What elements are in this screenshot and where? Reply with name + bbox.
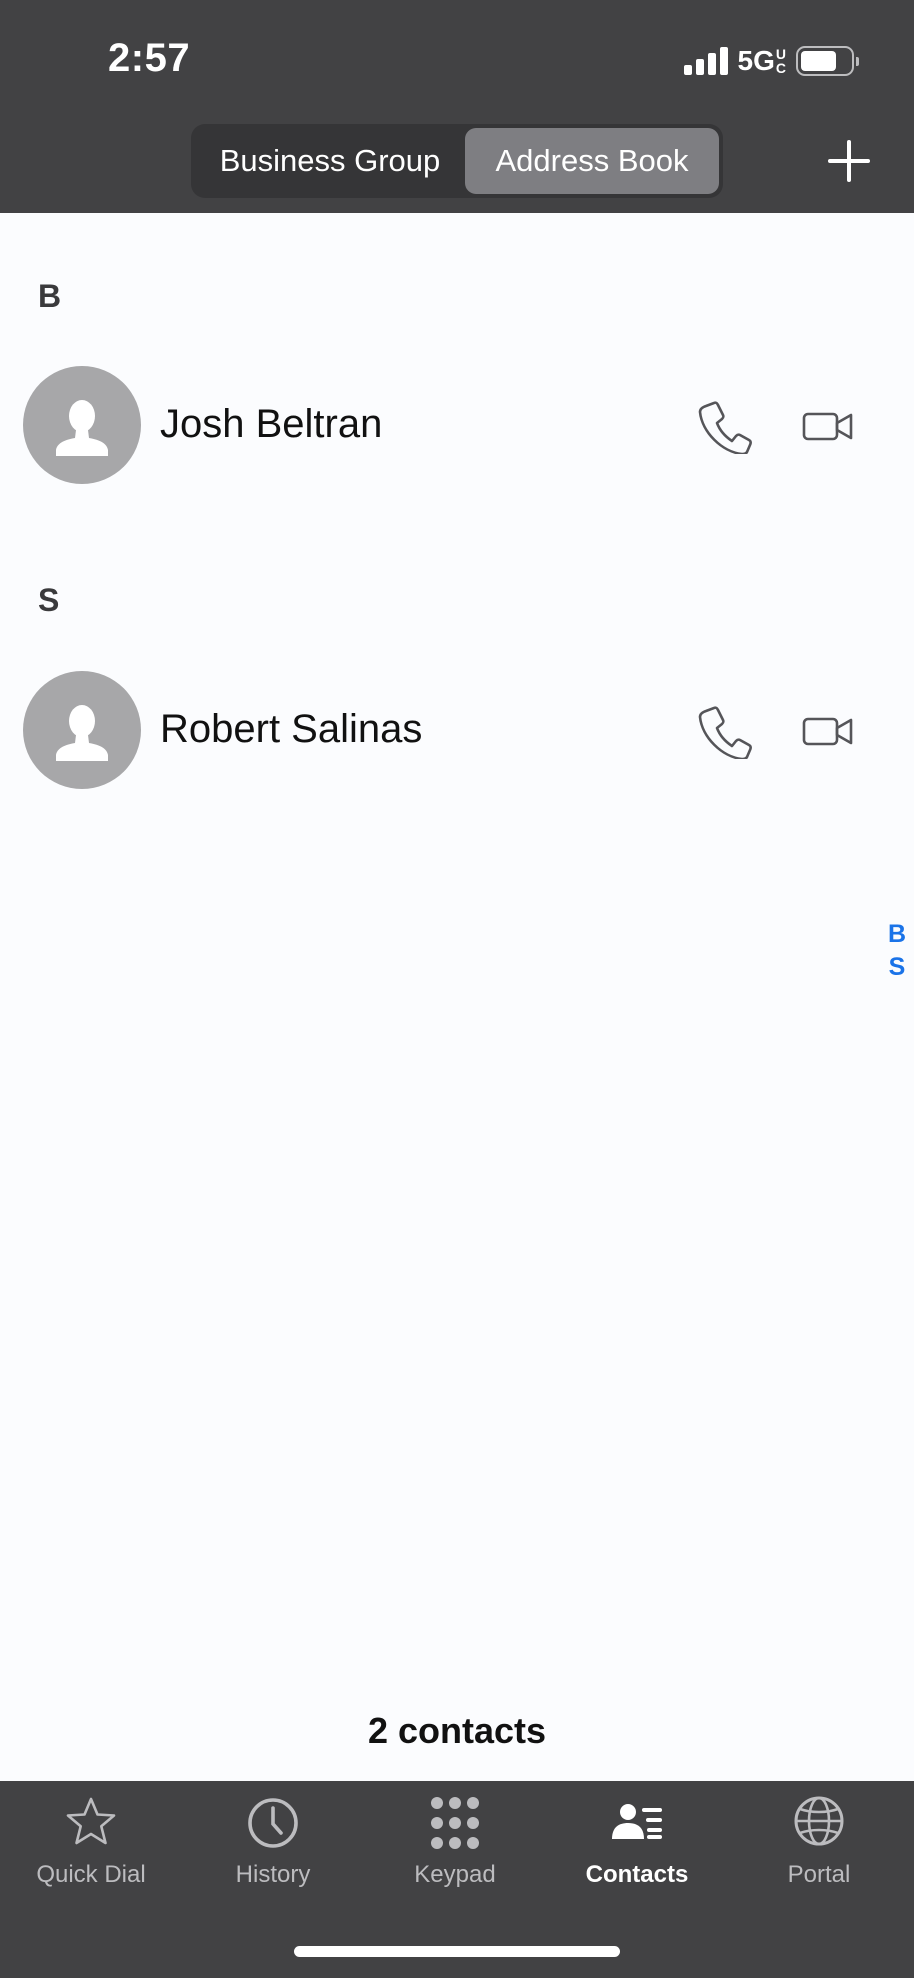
person-silhouette-icon: [23, 671, 141, 789]
status-time: 2:57: [108, 36, 191, 80]
phone-icon[interactable]: [696, 398, 752, 456]
phone-icon[interactable]: [696, 703, 752, 761]
contact-name: Josh Beltran: [160, 402, 383, 446]
tab-label: Contacts: [585, 1861, 689, 1888]
tab-label: Quick Dial: [36, 1861, 146, 1888]
tab-label: History: [235, 1861, 311, 1888]
header: 2:57 5G U C Business Group Address Book: [0, 0, 914, 213]
star-icon: [66, 1797, 116, 1845]
tab-label: Keypad: [414, 1861, 496, 1888]
section-header-s: S: [38, 582, 60, 618]
keypad-icon: [431, 1797, 479, 1849]
tab-quick-dial[interactable]: Quick Dial: [0, 1795, 182, 1905]
alphabet-index: B S: [884, 918, 910, 984]
clock-icon: [248, 1798, 298, 1848]
tab-portal[interactable]: Portal: [728, 1795, 910, 1905]
battery-icon: [796, 46, 859, 76]
contacts-icon: [612, 1804, 662, 1839]
contact-name: Robert Salinas: [160, 707, 423, 751]
contacts-screen: 2:57 5G U C Business Group Address Book …: [0, 0, 914, 1978]
tab-contacts[interactable]: Contacts: [546, 1795, 728, 1905]
network-type: 5G U C: [737, 45, 786, 76]
index-letter-b[interactable]: B: [888, 918, 906, 951]
home-indicator[interactable]: [294, 1946, 620, 1957]
segment-business-group[interactable]: Business Group: [195, 128, 465, 194]
contact-row[interactable]: Robert Salinas: [0, 669, 880, 789]
segment-address-book[interactable]: Address Book: [465, 128, 719, 194]
index-letter-s[interactable]: S: [889, 951, 906, 984]
status-indicators: 5G U C: [683, 44, 859, 78]
tab-bar: Quick Dial History Keypad Contacts Porta…: [0, 1781, 914, 1978]
globe-icon: [794, 1796, 844, 1846]
tab-keypad[interactable]: Keypad: [364, 1795, 546, 1905]
contacts-count: 2 contacts: [367, 1710, 547, 1751]
video-camera-icon[interactable]: [800, 703, 856, 759]
contact-row[interactable]: Josh Beltran: [0, 364, 880, 484]
video-camera-icon[interactable]: [800, 398, 856, 454]
person-silhouette-icon: [23, 366, 141, 484]
add-contact-button[interactable]: [824, 136, 874, 186]
cellular-signal-icon: [683, 47, 728, 75]
tab-history[interactable]: History: [182, 1795, 364, 1905]
section-header-b: B: [38, 278, 62, 314]
tab-label: Portal: [787, 1861, 851, 1888]
segmented-control: Business Group Address Book: [191, 124, 723, 198]
